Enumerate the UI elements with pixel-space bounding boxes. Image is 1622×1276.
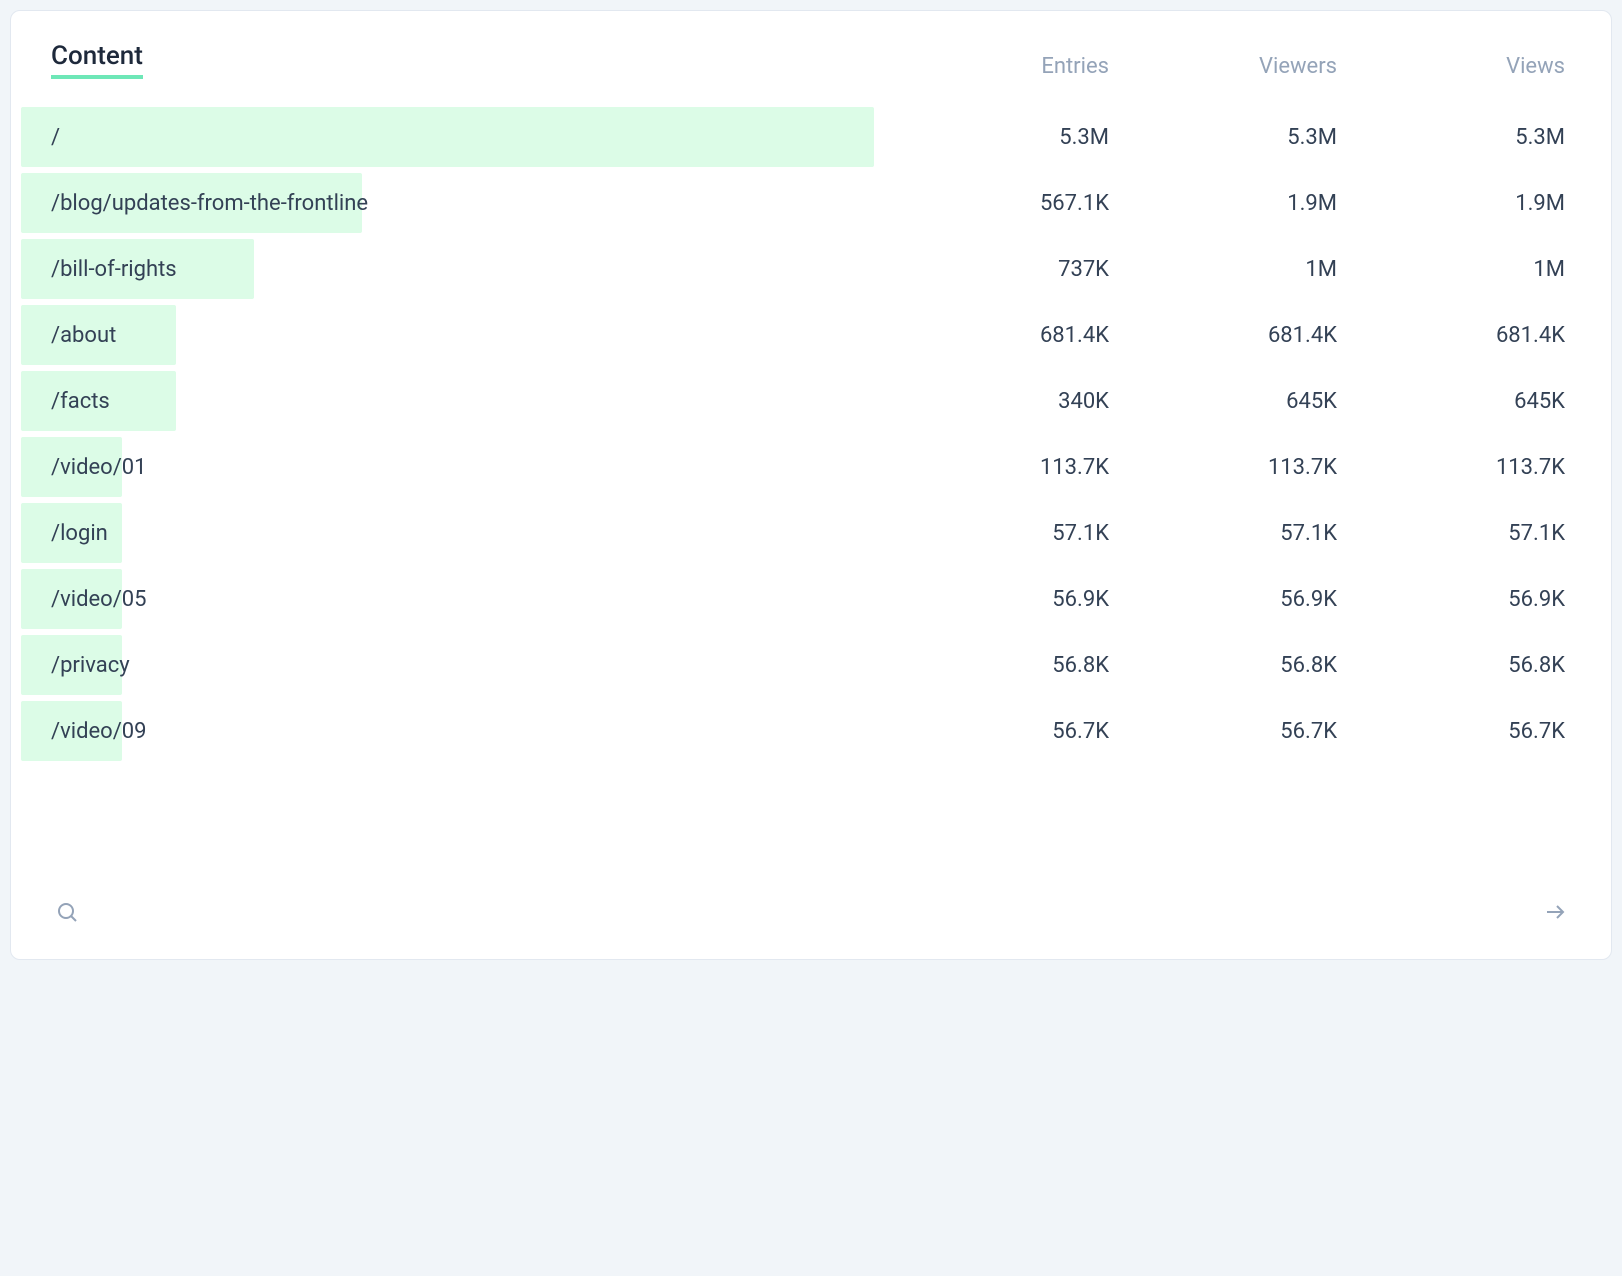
row-entries: 56.9K — [887, 587, 1115, 612]
row-views: 1.9M — [1343, 191, 1571, 216]
row-viewers: 1.9M — [1115, 191, 1343, 216]
table-row[interactable]: /facts340K645K645K — [21, 371, 1571, 431]
row-views: 5.3M — [1343, 125, 1571, 150]
header-content-col: Content — [51, 41, 887, 79]
row-entries: 56.8K — [887, 653, 1115, 678]
row-entries: 113.7K — [887, 455, 1115, 480]
table-row[interactable]: /about681.4K681.4K681.4K — [21, 305, 1571, 365]
row-content: /blog/updates-from-the-frontline567.1K1.… — [21, 191, 1571, 216]
table-body: /5.3M5.3M5.3M/blog/updates-from-the-fron… — [21, 107, 1571, 761]
row-viewers: 56.7K — [1115, 719, 1343, 744]
row-viewers: 1M — [1115, 257, 1343, 282]
row-content: /about681.4K681.4K681.4K — [21, 323, 1571, 348]
column-header-viewers[interactable]: Viewers — [1115, 54, 1343, 79]
row-views: 57.1K — [1343, 521, 1571, 546]
row-views: 56.9K — [1343, 587, 1571, 612]
row-content: /video/01113.7K113.7K113.7K — [21, 455, 1571, 480]
row-views: 113.7K — [1343, 455, 1571, 480]
next-page-button[interactable] — [1539, 896, 1571, 931]
row-entries: 340K — [887, 389, 1115, 414]
table-row[interactable]: /privacy56.8K56.8K56.8K — [21, 635, 1571, 695]
row-content: /5.3M5.3M5.3M — [21, 125, 1571, 150]
row-viewers: 645K — [1115, 389, 1343, 414]
row-content: /video/0556.9K56.9K56.9K — [21, 587, 1571, 612]
row-label: /privacy — [51, 653, 887, 678]
row-label: /facts — [51, 389, 887, 414]
card-footer — [51, 868, 1571, 931]
table-row[interactable]: /bill-of-rights737K1M1M — [21, 239, 1571, 299]
column-header-content[interactable]: Content — [51, 41, 143, 79]
table-row[interactable]: /login57.1K57.1K57.1K — [21, 503, 1571, 563]
row-entries: 737K — [887, 257, 1115, 282]
content-analytics-card: Content Entries Viewers Views /5.3M5.3M5… — [10, 10, 1612, 960]
row-content: /privacy56.8K56.8K56.8K — [21, 653, 1571, 678]
row-label: /blog/updates-from-the-frontline — [51, 191, 887, 216]
row-viewers: 5.3M — [1115, 125, 1343, 150]
column-header-entries[interactable]: Entries — [887, 54, 1115, 79]
row-content: /login57.1K57.1K57.1K — [21, 521, 1571, 546]
table-header: Content Entries Viewers Views — [51, 41, 1571, 79]
row-views: 56.8K — [1343, 653, 1571, 678]
row-views: 681.4K — [1343, 323, 1571, 348]
table-row[interactable]: /blog/updates-from-the-frontline567.1K1.… — [21, 173, 1571, 233]
row-label: /bill-of-rights — [51, 257, 887, 282]
row-label: /login — [51, 521, 887, 546]
row-viewers: 113.7K — [1115, 455, 1343, 480]
table-row[interactable]: /video/01113.7K113.7K113.7K — [21, 437, 1571, 497]
row-label: /about — [51, 323, 887, 348]
row-views: 1M — [1343, 257, 1571, 282]
table-row[interactable]: /video/0956.7K56.7K56.7K — [21, 701, 1571, 761]
row-entries: 567.1K — [887, 191, 1115, 216]
row-viewers: 56.8K — [1115, 653, 1343, 678]
row-viewers: 681.4K — [1115, 323, 1343, 348]
search-button[interactable] — [51, 896, 83, 931]
row-viewers: 57.1K — [1115, 521, 1343, 546]
row-views: 56.7K — [1343, 719, 1571, 744]
row-content: /video/0956.7K56.7K56.7K — [21, 719, 1571, 744]
table-row[interactable]: /5.3M5.3M5.3M — [21, 107, 1571, 167]
row-label: /video/05 — [51, 587, 887, 612]
table-row[interactable]: /video/0556.9K56.9K56.9K — [21, 569, 1571, 629]
row-viewers: 56.9K — [1115, 587, 1343, 612]
row-label: / — [51, 125, 887, 150]
row-content: /facts340K645K645K — [21, 389, 1571, 414]
row-entries: 681.4K — [887, 323, 1115, 348]
row-content: /bill-of-rights737K1M1M — [21, 257, 1571, 282]
row-entries: 5.3M — [887, 125, 1115, 150]
row-entries: 56.7K — [887, 719, 1115, 744]
column-header-views[interactable]: Views — [1343, 54, 1571, 79]
row-label: /video/09 — [51, 719, 887, 744]
search-icon — [55, 900, 79, 927]
row-views: 645K — [1343, 389, 1571, 414]
row-label: /video/01 — [51, 455, 887, 480]
row-entries: 57.1K — [887, 521, 1115, 546]
arrow-right-icon — [1543, 900, 1567, 927]
